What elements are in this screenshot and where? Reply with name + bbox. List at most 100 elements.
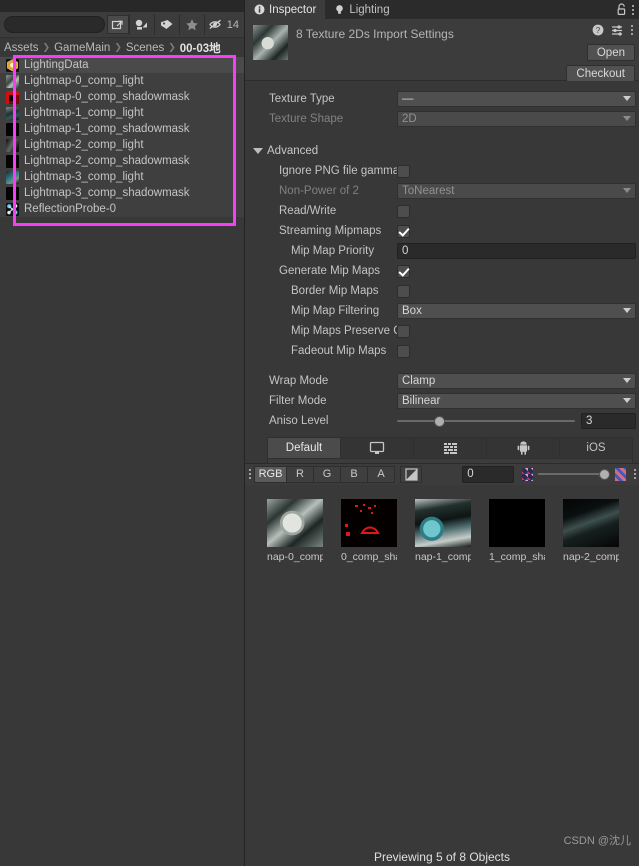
wrap-mode-dropdown[interactable]: Clamp <box>397 373 636 389</box>
preset-icon[interactable] <box>611 24 624 36</box>
preview-thumb[interactable]: nap-0_comp <box>267 498 323 563</box>
readwrite-checkbox[interactable] <box>397 204 410 218</box>
aniso-slider-knob[interactable] <box>434 415 446 427</box>
border-mips-label: Border Mip Maps <box>291 285 379 297</box>
window-popout-icon[interactable] <box>106 15 129 34</box>
breadcrumb-item-scenes[interactable]: Scenes <box>126 42 164 54</box>
tab-lighting-label: Lighting <box>349 3 390 16</box>
channel-a-button[interactable]: A <box>368 465 395 483</box>
aniso-input[interactable]: 3 <box>581 413 636 429</box>
breadcrumb-item-assets[interactable]: Assets <box>4 42 39 54</box>
preview-thumb-image <box>341 498 397 547</box>
lock-icon[interactable] <box>616 3 627 16</box>
info-icon <box>254 4 265 15</box>
preserve-checkbox[interactable] <box>397 324 410 338</box>
preview-thumb[interactable]: nap-1_comp <box>415 498 471 563</box>
list-item[interactable]: Lightmap-1_comp_shadowmask <box>0 121 244 137</box>
platform-tab-ios[interactable]: iOS <box>560 438 632 458</box>
channel-r-button[interactable]: R <box>287 465 314 483</box>
list-item[interactable]: Lightmap-2_comp_shadowmask <box>0 153 244 169</box>
list-item[interactable]: Lightmap-0_comp_light <box>0 73 244 89</box>
list-item[interactable]: Lightmap-3_comp_light <box>0 169 244 185</box>
list-item[interactable]: LightingData <box>0 57 244 73</box>
list-item[interactable]: Lightmap-2_comp_light <box>0 137 244 153</box>
ignore-png-checkbox[interactable] <box>397 164 410 178</box>
asset-list: LightingData Lightmap-0_comp_light Light… <box>0 55 244 226</box>
search-input[interactable] <box>4 16 105 33</box>
aniso-slider[interactable] <box>397 413 575 429</box>
favorites-filter-icon[interactable] <box>128 14 154 35</box>
list-item-label: Lightmap-3_comp_shadowmask <box>24 187 190 199</box>
list-item[interactable]: Lightmap-0_comp_shadowmask <box>0 89 244 105</box>
list-item-label: ReflectionProbe-0 <box>24 203 117 215</box>
android-icon <box>517 441 529 455</box>
breadcrumb: Assets ❯ GameMain ❯ Scenes ❯ 00-03地 <box>0 38 244 57</box>
list-item[interactable]: Lightmap-3_comp_shadowmask <box>0 185 244 201</box>
breadcrumb-item-current[interactable]: 00-03地 <box>180 40 221 56</box>
platform-tab-android[interactable] <box>487 438 560 458</box>
help-icon[interactable]: ? <box>592 24 604 36</box>
field-aniso-level: Aniso Level 3 <box>245 411 639 431</box>
preview-thumb-caption: nap-2_comp <box>563 550 619 563</box>
inspector-header: 8 Texture 2Ds Import Settings ? Open Che… <box>245 19 639 82</box>
alpha-toggle-icon[interactable] <box>400 465 423 483</box>
preview-thumb[interactable]: 0_comp_sha <box>341 498 397 563</box>
texture-thumb-icon <box>6 138 19 152</box>
triangle-down-icon <box>253 148 263 154</box>
kebab-menu-icon[interactable] <box>632 4 634 15</box>
label-filter-icon[interactable] <box>153 14 179 35</box>
aniso-label: Aniso Level <box>269 415 329 427</box>
field-fadeout-mipmaps: Fadeout Mip Maps <box>245 341 639 361</box>
fadeout-checkbox[interactable] <box>397 344 410 358</box>
preview-thumb-image <box>267 498 323 547</box>
mip-filtering-dropdown[interactable]: Box <box>397 303 636 319</box>
channel-b-button[interactable]: B <box>341 465 368 483</box>
streaming-checkbox[interactable] <box>397 224 410 238</box>
texture-shape-label: Texture Shape <box>269 113 344 125</box>
field-ignore-png-gamma: Ignore PNG file gamma <box>245 161 639 181</box>
wrap-mode-value: Clamp <box>402 375 436 387</box>
advanced-foldout[interactable]: Advanced <box>245 141 639 161</box>
texture-type-dropdown[interactable]: — <box>397 91 636 107</box>
checker-swatch-icon[interactable] <box>614 467 626 481</box>
texture-thumb-icon <box>6 106 19 120</box>
mip-priority-input[interactable]: 0 <box>397 243 636 259</box>
platform-tab-default[interactable]: Default <box>268 438 341 458</box>
filter-mode-dropdown[interactable]: Bilinear <box>397 393 636 409</box>
reflection-probe-icon <box>6 202 19 216</box>
npot-dropdown[interactable]: ToNearest <box>397 183 636 199</box>
filter-mode-value: Bilinear <box>402 395 441 407</box>
kebab-menu-icon[interactable] <box>249 469 251 479</box>
kebab-menu-icon[interactable] <box>634 469 636 479</box>
generate-mips-checkbox[interactable] <box>397 264 410 278</box>
aniso-slider-track <box>397 420 575 422</box>
preview-thumb[interactable]: 1_comp_sha <box>489 498 545 563</box>
inspector-tabbar: Inspector Lighting <box>245 0 639 19</box>
npot-label: Non-Power of 2 <box>279 185 359 197</box>
breadcrumb-item-gamemain[interactable]: GameMain <box>54 42 110 54</box>
chevron-down-icon <box>623 308 631 313</box>
platform-tab-webgl[interactable] <box>414 438 487 458</box>
tab-inspector[interactable]: Inspector <box>245 0 326 19</box>
preview-thumb-image <box>415 498 471 547</box>
field-mipmaps-preserve-coverage: Mip Maps Preserve Coverage <box>245 321 639 341</box>
preview-zoom-slider[interactable] <box>538 466 610 483</box>
checker-swatch-icon[interactable] <box>521 467 534 481</box>
channel-rgb-button[interactable]: RGB <box>254 465 287 483</box>
tab-lighting[interactable]: Lighting <box>325 0 398 19</box>
star-filter-icon[interactable] <box>178 14 204 35</box>
list-item[interactable]: ReflectionProbe-0 <box>0 201 244 217</box>
advanced-label: Advanced <box>267 145 319 157</box>
mip-level-input[interactable]: 0 <box>462 465 514 483</box>
kebab-menu-icon[interactable] <box>631 25 633 35</box>
preview-thumb[interactable]: nap-2_comp <box>563 498 619 563</box>
filter-mode-label: Filter Mode <box>269 395 327 407</box>
border-mips-checkbox[interactable] <box>397 284 410 298</box>
open-button[interactable]: Open <box>586 44 635 61</box>
texture-shape-dropdown[interactable]: 2D <box>397 111 636 127</box>
hidden-assets-counter[interactable]: 14 <box>203 14 244 35</box>
list-item[interactable]: Lightmap-1_comp_light <box>0 105 244 121</box>
channel-g-button[interactable]: G <box>314 465 341 483</box>
checkout-button[interactable]: Checkout <box>566 65 635 82</box>
platform-tab-standalone[interactable] <box>341 438 414 458</box>
